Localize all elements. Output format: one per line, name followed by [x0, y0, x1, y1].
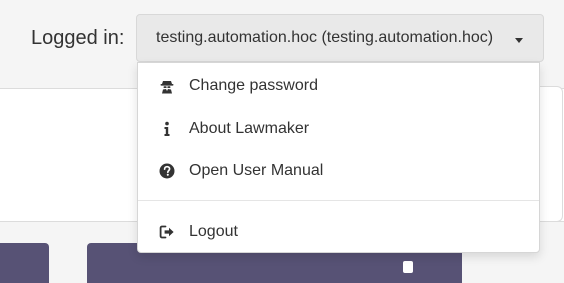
menu-item-label: About Lawmaker: [189, 120, 310, 137]
menu-divider: [138, 200, 539, 201]
menu-item-about-lawmaker[interactable]: About Lawmaker: [138, 109, 539, 149]
partial-tile-left[interactable]: [0, 243, 49, 283]
info-icon: [159, 121, 175, 137]
question-circle-icon: [159, 163, 175, 179]
menu-item-label: Logout: [189, 223, 238, 240]
background-panel-edge: [539, 86, 563, 222]
user-display-name: testing.automation.hoc (testing.automati…: [156, 29, 494, 46]
user-dropdown-menu: Change password About Lawmaker Open User…: [137, 62, 540, 253]
user-menu-toggle[interactable]: testing.automation.hoc (testing.automati…: [136, 14, 544, 62]
sign-out-icon: [159, 224, 175, 240]
menu-item-logout[interactable]: Logout: [138, 212, 539, 252]
logged-in-label: Logged in:: [31, 27, 125, 49]
menu-item-change-password[interactable]: Change password: [138, 66, 539, 106]
menu-item-open-user-manual[interactable]: Open User Manual: [138, 151, 539, 191]
tile-icon: [403, 261, 413, 273]
user-secret-icon: [159, 78, 175, 94]
menu-item-label: Change password: [189, 77, 318, 94]
menu-item-label: Open User Manual: [189, 162, 324, 179]
caret-down-icon: [515, 38, 523, 43]
